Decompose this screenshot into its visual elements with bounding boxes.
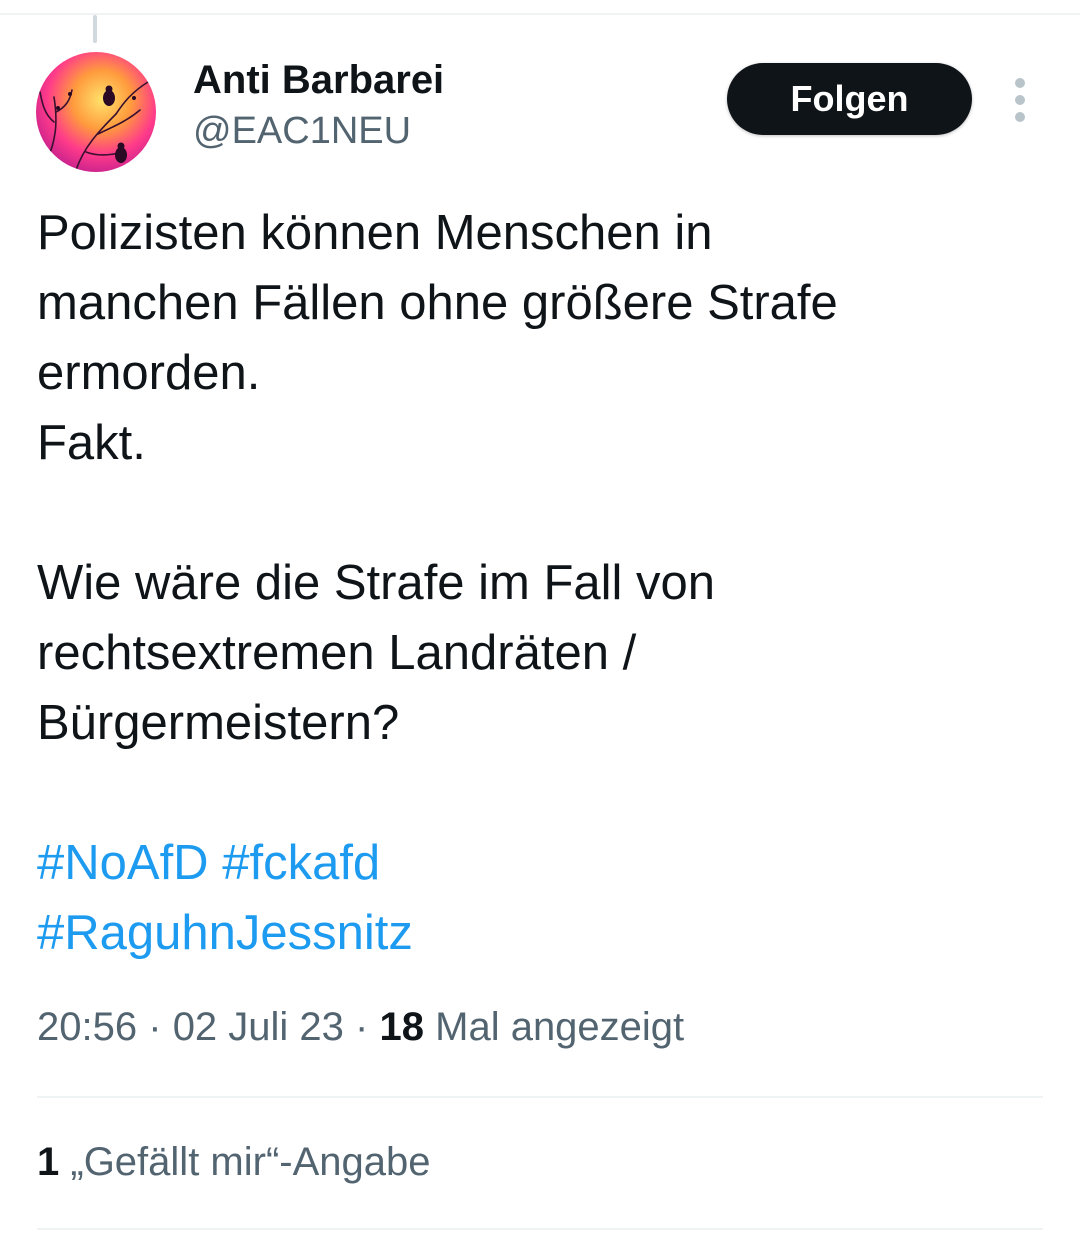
meta-separator: · [148, 1005, 162, 1049]
more-vertical-icon [1015, 78, 1025, 88]
top-divider [0, 13, 1080, 15]
tweet-text-line: Polizisten können Menschen in [37, 206, 713, 260]
views-label: Mal angezeigt [435, 1005, 685, 1049]
likes-row[interactable]: 1 „Gefällt mir“-Angabe [37, 1140, 431, 1185]
tweet-time[interactable]: 20:56 [37, 1005, 137, 1049]
likes-label: „Gefällt mir“-Angabe [70, 1140, 431, 1184]
likes-divider [37, 1228, 1043, 1230]
meta-separator: · [355, 1005, 369, 1049]
avatar[interactable] [36, 52, 156, 172]
tweet-text-line: manchen Fällen ohne größere Strafe [37, 276, 838, 330]
tweet-text-line: Bürgermeistern? [37, 696, 400, 750]
likes-count: 1 [37, 1140, 60, 1184]
avatar-birds-on-branch-icon [36, 52, 156, 172]
author-display-name[interactable]: Anti Barbarei [193, 58, 444, 103]
hashtag-link[interactable]: #NoAfD [37, 836, 209, 890]
tweet-text-line: ermorden. [37, 346, 261, 400]
meta-divider [37, 1096, 1043, 1098]
author-handle[interactable]: @EAC1NEU [193, 110, 411, 153]
thread-connector-line [93, 15, 97, 43]
more-vertical-icon-dot [1015, 95, 1025, 105]
tweet-meta: 20:56 · 02 Juli 23 · 18 Mal angezeigt [37, 1005, 684, 1050]
tweet-text-line: rechtsextremen Landräten / [37, 626, 637, 680]
more-options-button[interactable] [1002, 78, 1038, 122]
hashtag-link[interactable]: #RaguhnJessnitz [37, 906, 413, 960]
hashtag-line: #RaguhnJessnitz [37, 898, 1047, 968]
more-vertical-icon-dot [1015, 112, 1025, 122]
hashtag-line: #NoAfD #fckafd [37, 828, 1047, 898]
tweet-text-line: Wie wäre die Strafe im Fall von [37, 556, 716, 610]
views-count: 18 [379, 1005, 425, 1049]
tweet-text-line: Fakt. [37, 416, 146, 470]
tweet-date[interactable]: 02 Juli 23 [173, 1005, 344, 1049]
follow-button[interactable]: Folgen [727, 63, 972, 135]
tweet-text: Polizisten können Menschen in manchen Fä… [37, 198, 1047, 968]
hashtag-link[interactable]: #fckafd [222, 836, 380, 890]
